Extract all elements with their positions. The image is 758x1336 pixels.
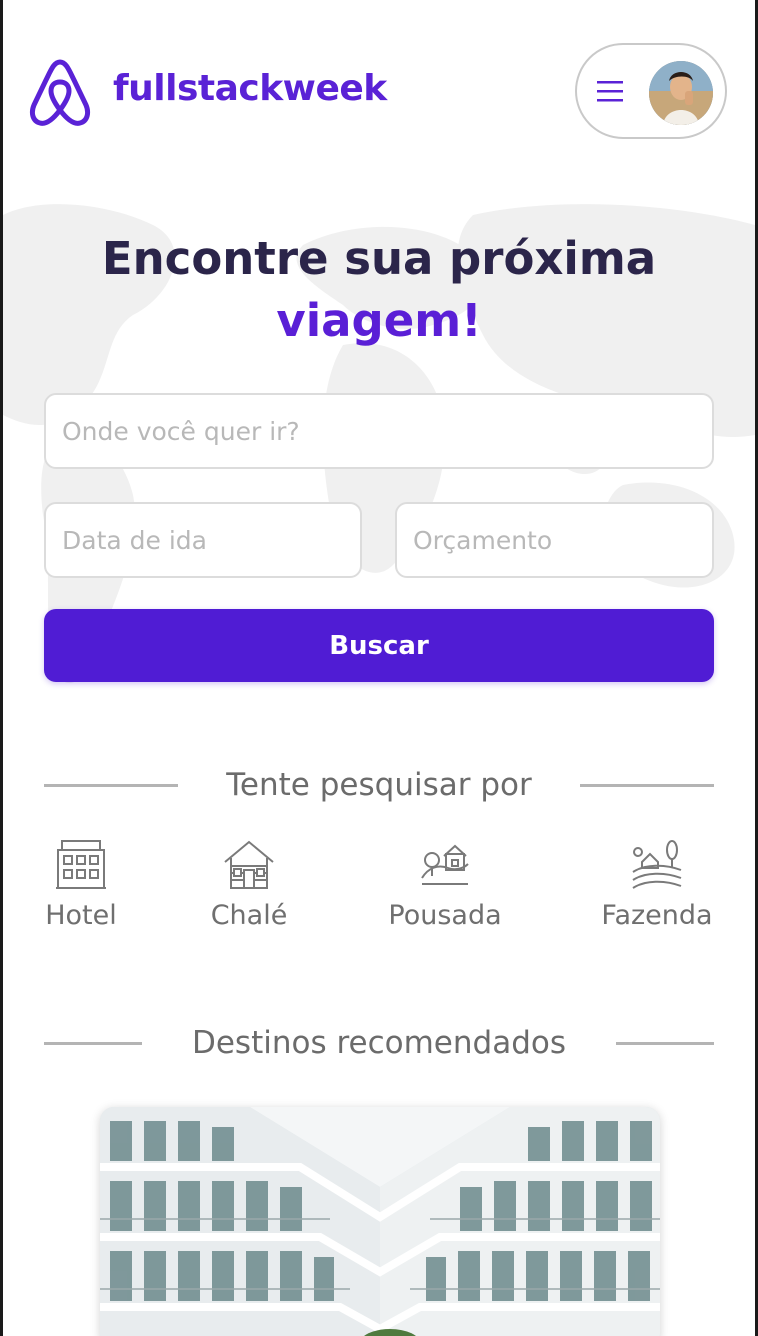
category-chalet[interactable]: Chalé (179, 838, 319, 931)
category-label: Fazenda (601, 900, 713, 931)
header: fullstackweek (3, 0, 755, 185)
avatar-photo (649, 61, 713, 125)
farm-icon (632, 840, 682, 889)
brand-name[interactable]: fullstackweek (113, 68, 387, 109)
divider-right (616, 1042, 714, 1045)
hero-title-accent: viagem! (276, 294, 482, 347)
recommended-heading: Destinos recomendados (44, 1018, 714, 1068)
destination-input[interactable] (44, 393, 714, 469)
search-button[interactable]: Buscar (44, 609, 714, 682)
category-farm[interactable]: Fazenda (587, 838, 727, 931)
airbnb-logo-icon[interactable] (27, 58, 93, 128)
hero-title: Encontre sua próxima viagem! (3, 228, 755, 352)
category-label: Pousada (388, 900, 502, 931)
user-menu-button[interactable] (575, 43, 727, 139)
category-label: Hotel (45, 900, 117, 931)
category-hotel[interactable]: Hotel (11, 838, 151, 931)
departure-date-input[interactable] (44, 502, 362, 578)
avatar (649, 61, 713, 125)
category-label: Chalé (210, 900, 288, 931)
recommended-title: Destinos recomendados (191, 1025, 566, 1061)
inn-icon (421, 844, 469, 885)
hotel-icon (56, 840, 106, 889)
budget-input[interactable] (395, 502, 714, 578)
hamburger-menu-icon (597, 81, 623, 102)
category-inn[interactable]: Pousada (375, 838, 515, 931)
hotel-building-photo (100, 1107, 660, 1336)
app-frame: fullstackweek Encontre sua próxima viage… (0, 0, 758, 1336)
divider-right (580, 784, 714, 787)
recommended-destination-card[interactable] (100, 1107, 660, 1336)
hero-title-line1: Encontre sua próxima (101, 232, 657, 285)
chalet-icon (224, 840, 274, 889)
quick-search-heading: Tente pesquisar por (44, 760, 714, 810)
